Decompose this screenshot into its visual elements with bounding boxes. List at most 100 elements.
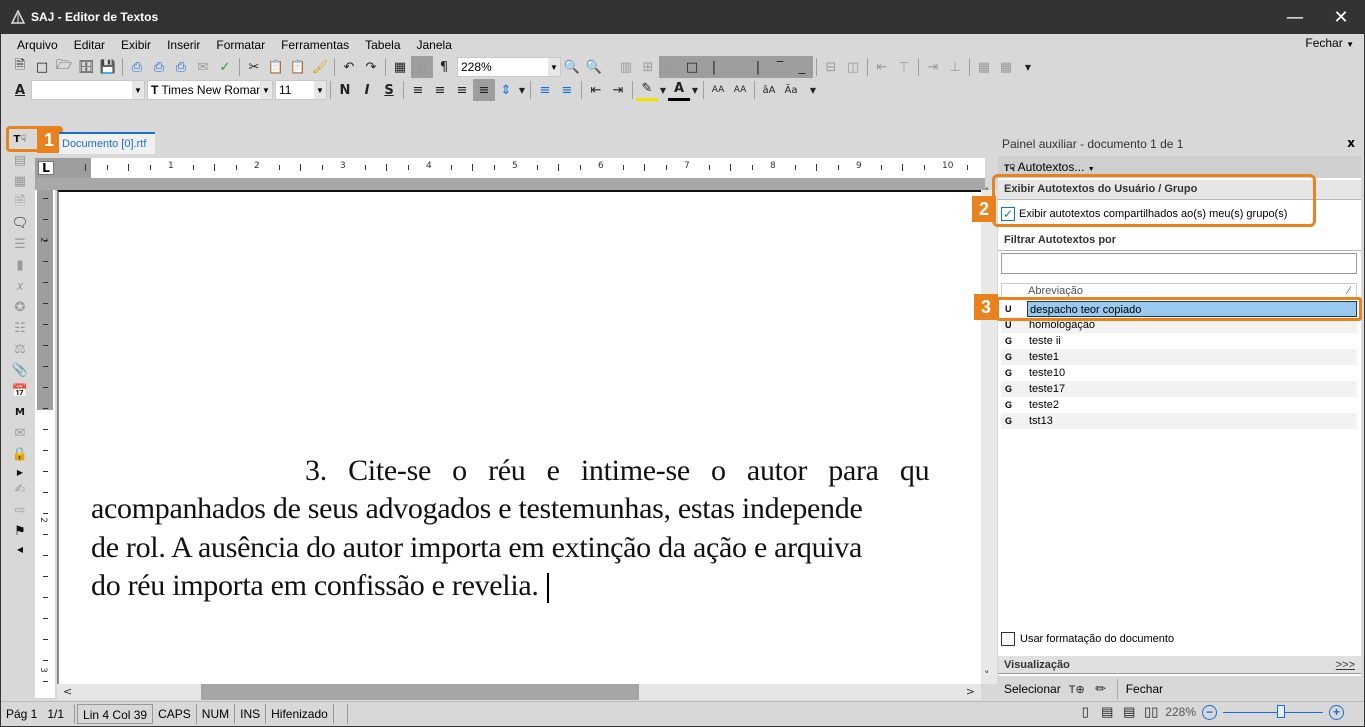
line-spacing-icon[interactable]: ⇕ — [495, 79, 517, 101]
list-document-icon[interactable]: ☰ — [9, 234, 31, 255]
lock-icon[interactable]: 🔒 — [9, 444, 31, 465]
show-formatting-icon[interactable]: ¶ — [433, 56, 455, 78]
font-color-icon[interactable]: A — [668, 79, 690, 101]
grid-dotted-icon[interactable]: ▥ — [615, 56, 637, 78]
save-icon[interactable]: 💾 — [97, 56, 119, 78]
align-center-icon[interactable]: ≡ — [429, 79, 451, 101]
full-page-view-icon[interactable]: ▤ — [1099, 704, 1115, 720]
style-combo[interactable]: ▼ — [31, 80, 145, 100]
border-left-icon[interactable]: | — [703, 56, 725, 78]
split-cells-icon[interactable]: ◫ — [842, 56, 864, 78]
format-painter-icon[interactable]: 🖌 — [309, 56, 331, 78]
minimize-button[interactable]: — — [1272, 1, 1318, 34]
numbered-list-icon[interactable]: ≡ — [556, 79, 578, 101]
comment-icon[interactable]: 🗨 — [9, 213, 31, 234]
expand-arrow-icon[interactable]: ▶ — [9, 465, 31, 479]
chevron-down-icon[interactable]: ▼ — [517, 79, 527, 101]
use-format-checkbox[interactable] — [1001, 632, 1015, 646]
copy-icon[interactable]: 📋 — [265, 56, 287, 78]
align-justify-icon[interactable]: ≡ — [473, 79, 495, 101]
zoom-in-button[interactable]: + — [1329, 704, 1344, 720]
expand-preview-link[interactable]: >>> — [1336, 656, 1355, 674]
new-from-template-icon[interactable]: 🗎 — [9, 56, 31, 78]
autotext-list-item[interactable]: Gteste2 — [1001, 397, 1357, 413]
signpost-icon[interactable]: ⚑ — [9, 521, 31, 542]
edit-pencil-icon[interactable]: ✏ — [1093, 681, 1109, 697]
menu-formatar[interactable]: Formatar — [208, 36, 273, 54]
print-setup-icon[interactable]: ⎙ — [148, 56, 170, 78]
close-window-button[interactable]: ✕ — [1318, 1, 1364, 34]
bullet-list-icon[interactable]: ≡ — [534, 79, 556, 101]
sign-mail-icon[interactable]: ✉ — [9, 423, 31, 444]
page-icon[interactable]: ▮ — [9, 255, 31, 276]
table-draw-icon[interactable]: ▦ — [411, 56, 433, 78]
insert-row-icon[interactable]: ⇤ — [871, 56, 893, 78]
spellcheck-icon[interactable]: ✓ — [214, 56, 236, 78]
new-autotext-icon[interactable]: T⊕ — [1069, 681, 1085, 697]
zoom-slider-thumb[interactable] — [1277, 704, 1285, 718]
delete-row-icon[interactable]: ⇥ — [922, 56, 944, 78]
attachment-icon[interactable]: 📎 — [9, 360, 31, 381]
uppercase-icon[interactable]: Āa — [780, 79, 802, 101]
toolbar-overflow-icon[interactable]: ▼ — [802, 79, 824, 101]
two-page-view-icon[interactable]: ▯▯ — [1143, 704, 1159, 720]
select-button[interactable]: Selecionar — [1004, 682, 1061, 696]
panel-fechar-button[interactable]: Fechar — [1126, 682, 1163, 696]
undo-icon[interactable]: ↶ — [338, 56, 360, 78]
border-none-icon[interactable] — [725, 56, 747, 78]
font-size-combo[interactable]: 11 ▼ — [275, 80, 327, 100]
shrink-font-icon[interactable]: AA — [729, 79, 751, 101]
scroll-left-icon[interactable]: < — [63, 685, 72, 698]
use-format-option[interactable]: Usar formatação do documento — [1001, 632, 1174, 646]
horizontal-ruler[interactable]: L 1 2 3 4 5 6 7 8 9 10 — [35, 158, 985, 178]
formula-icon[interactable]: 𝑥 — [9, 276, 31, 297]
decrease-indent-icon[interactable]: ⇤ — [585, 79, 607, 101]
film-icon[interactable]: ☷ — [9, 318, 31, 339]
tab-stop-selector[interactable]: L — [38, 161, 54, 175]
zoom-in-icon[interactable]: 🔍 — [583, 56, 605, 78]
print-icon[interactable]: ⎙ — [126, 56, 148, 78]
autotext-list-item[interactable]: Gteste10 — [1001, 365, 1357, 381]
model-document-icon[interactable]: M — [9, 402, 31, 423]
underline-button[interactable]: S — [378, 79, 400, 101]
email-icon[interactable]: ✉ — [192, 56, 214, 78]
bold-button[interactable]: N — [334, 79, 356, 101]
filter-input[interactable] — [1001, 253, 1357, 274]
calendar-icon[interactable]: 📅 — [9, 381, 31, 402]
autotext-list-item[interactable]: Gteste ii — [1001, 333, 1357, 349]
cut-icon[interactable]: ✂ — [243, 56, 265, 78]
menu-janela[interactable]: Janela — [409, 36, 460, 54]
web-view-icon[interactable]: ▤ — [1121, 704, 1137, 720]
horizontal-scrollbar[interactable]: < > — [57, 684, 981, 700]
menu-ferramentas[interactable]: Ferramentas — [273, 36, 357, 54]
chevron-down-icon[interactable]: ▼ — [690, 79, 700, 101]
zoom-out-icon[interactable]: 🔍 — [561, 56, 583, 78]
signature-icon[interactable]: ✍ — [9, 479, 31, 500]
redo-icon[interactable]: ↷ — [360, 56, 382, 78]
delete-column-icon[interactable]: ⊥ — [944, 56, 966, 78]
menu-editar[interactable]: Editar — [66, 36, 113, 54]
border-bottom-icon[interactable]: _ — [791, 56, 813, 78]
tab-documento[interactable]: Documento [0].rtf — [59, 132, 155, 154]
new-document-icon[interactable]: □ — [31, 56, 53, 78]
insert-field-icon[interactable]: ▤ — [9, 150, 31, 171]
insert-variable-icon[interactable]: ▦ — [9, 171, 31, 192]
border-outer-icon[interactable]: □ — [681, 56, 703, 78]
scroll-right-icon[interactable]: > — [966, 685, 975, 698]
column-header-abreviacao[interactable]: Abreviação — [1028, 284, 1083, 298]
chevron-down-icon[interactable]: ▼ — [658, 79, 668, 101]
toolbar-overflow-icon[interactable]: ▼ — [1017, 56, 1039, 78]
certificate-icon[interactable]: ✪ — [9, 297, 31, 318]
zoom-out-button[interactable]: − — [1202, 704, 1217, 720]
menu-exibir[interactable]: Exibir — [113, 36, 159, 54]
autotext-list-item[interactable]: Gtst13 — [1001, 413, 1357, 429]
increase-indent-icon[interactable]: ⇥ — [607, 79, 629, 101]
insert-table-icon[interactable]: ▦ — [389, 56, 411, 78]
paste-icon[interactable]: 📋 — [287, 56, 309, 78]
italic-button[interactable]: I — [356, 79, 378, 101]
insert-column-icon[interactable]: ⊤ — [893, 56, 915, 78]
border-inner-icon[interactable]: ⊞ — [659, 56, 681, 78]
document-page[interactable]: 3. Cite-se o réu e intime-se o autor par… — [57, 190, 981, 684]
autotext-list-item[interactable]: Gteste17 — [1001, 381, 1357, 397]
scroll-down-icon[interactable]: ˅ — [984, 669, 990, 682]
